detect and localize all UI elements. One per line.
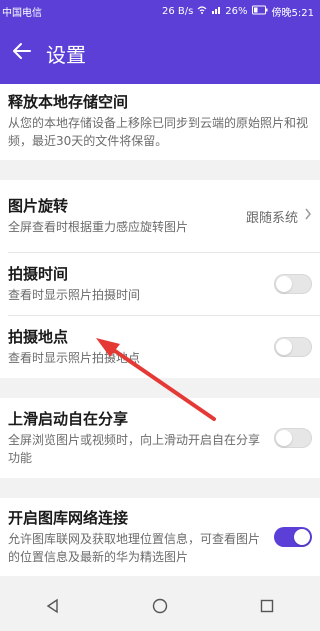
rotate-value[interactable]: 跟随系统 — [246, 207, 312, 226]
carrier-text: 中国电信 — [2, 7, 42, 19]
status-right: 26 B/s 26% 傍晚5:21 — [162, 4, 314, 19]
swipe-share-text: 上滑启动自在分享 全屏浏览图片或视频时，向上滑动开启自在分享功能 — [8, 409, 274, 467]
network-subtitle: 允许图库联网及获取地理位置信息，可查看图片的位置信息及最新的华为精选图片 — [8, 532, 261, 564]
shoot-location-item[interactable]: 拍摄地点 查看时显示照片拍摄地点 — [0, 316, 320, 378]
free-space-title: 释放本地存储空间 — [8, 93, 129, 111]
circle-home-icon — [152, 598, 168, 618]
display-card: 图片旋转 全屏查看时根据重力感应旋转图片 跟随系统 拍摄时间 查看时显示照片拍摄… — [0, 180, 320, 378]
battery-level: 26% — [225, 5, 248, 17]
shoot-location-title: 拍摄地点 — [8, 328, 69, 346]
swipe-share-title: 上滑启动自在分享 — [8, 410, 129, 428]
network-toggle[interactable] — [274, 527, 312, 547]
swipe-share-item[interactable]: 上滑启动自在分享 全屏浏览图片或视频时，向上滑动开启自在分享功能 — [0, 398, 320, 478]
rotate-value-text: 跟随系统 — [245, 210, 298, 226]
toggle-knob — [276, 339, 292, 355]
section-gap — [0, 160, 320, 180]
status-time: 傍晚5:21 — [271, 7, 314, 19]
section-gap — [0, 478, 320, 498]
toggle-knob — [276, 430, 292, 446]
rotate-subtitle: 全屏查看时根据重力感应旋转图片 — [8, 220, 189, 234]
app-bar: 设置 — [0, 22, 320, 84]
shoot-time-text: 拍摄时间 查看时显示照片拍摄时间 — [8, 264, 274, 304]
shoot-location-text: 拍摄地点 查看时显示照片拍摄地点 — [8, 327, 274, 367]
rotate-text: 图片旋转 全屏查看时根据重力感应旋转图片 — [8, 196, 246, 236]
shoot-time-subtitle: 查看时显示照片拍摄时间 — [8, 288, 141, 302]
share-card: 上滑启动自在分享 全屏浏览图片或视频时，向上滑动开启自在分享功能 — [0, 398, 320, 478]
network-item[interactable]: 开启图库网络连接 允许图库联网及获取地理位置信息，可查看图片的位置信息及最新的华… — [0, 498, 320, 576]
nav-home-button[interactable] — [140, 588, 180, 628]
shoot-location-toggle[interactable] — [274, 337, 312, 357]
toggle-knob — [276, 276, 292, 292]
shoot-time-item[interactable]: 拍摄时间 查看时显示照片拍摄时间 — [0, 253, 320, 315]
free-space-subtitle: 从您的本地存储设备上移除已同步到云端的原始照片和视频，最近30天的文件将保留。 — [8, 116, 309, 148]
free-space-item[interactable]: 释放本地存储空间 从您的本地存储设备上移除已同步到云端的原始照片和视频，最近30… — [0, 84, 320, 160]
shoot-time-title: 拍摄时间 — [8, 265, 69, 283]
network-card: 开启图库网络连接 允许图库联网及获取地理位置信息，可查看图片的位置信息及最新的华… — [0, 498, 320, 576]
shoot-location-subtitle: 查看时显示照片拍摄地点 — [8, 351, 141, 365]
wifi-icon — [197, 5, 207, 18]
triangle-back-icon — [45, 598, 61, 618]
page-title: 设置 — [46, 42, 86, 67]
toggle-knob — [294, 529, 310, 545]
storage-card: 释放本地存储空间 从您的本地存储设备上移除已同步到云端的原始照片和视频，最近30… — [0, 84, 320, 160]
arrow-left-icon — [11, 40, 33, 66]
signal-icon — [211, 5, 221, 18]
swipe-share-toggle[interactable] — [274, 428, 312, 448]
rotate-item[interactable]: 图片旋转 全屏查看时根据重力感应旋转图片 跟随系统 — [0, 180, 320, 252]
section-gap — [0, 378, 320, 398]
network-speed: 26 B/s — [161, 5, 194, 17]
swipe-share-subtitle: 全屏浏览图片或视频时，向上滑动开启自在分享功能 — [8, 433, 261, 465]
battery-icon — [251, 5, 268, 18]
network-title: 开启图库网络连接 — [8, 509, 129, 527]
nav-recent-button[interactable] — [247, 588, 287, 628]
back-button[interactable] — [0, 31, 44, 75]
square-recent-icon — [259, 598, 275, 618]
system-nav-bar — [0, 585, 320, 631]
chevron-right-icon — [304, 208, 312, 224]
rotate-title: 图片旋转 — [8, 197, 69, 215]
shoot-time-toggle[interactable] — [274, 274, 312, 294]
settings-content: 释放本地存储空间 从您的本地存储设备上移除已同步到云端的原始照片和视频，最近30… — [0, 84, 320, 576]
status-bar: 中国电信 26 B/s 26% 傍晚5:21 — [0, 0, 320, 22]
nav-back-button[interactable] — [33, 588, 73, 628]
network-text: 开启图库网络连接 允许图库联网及获取地理位置信息，可查看图片的位置信息及最新的华… — [8, 508, 274, 566]
